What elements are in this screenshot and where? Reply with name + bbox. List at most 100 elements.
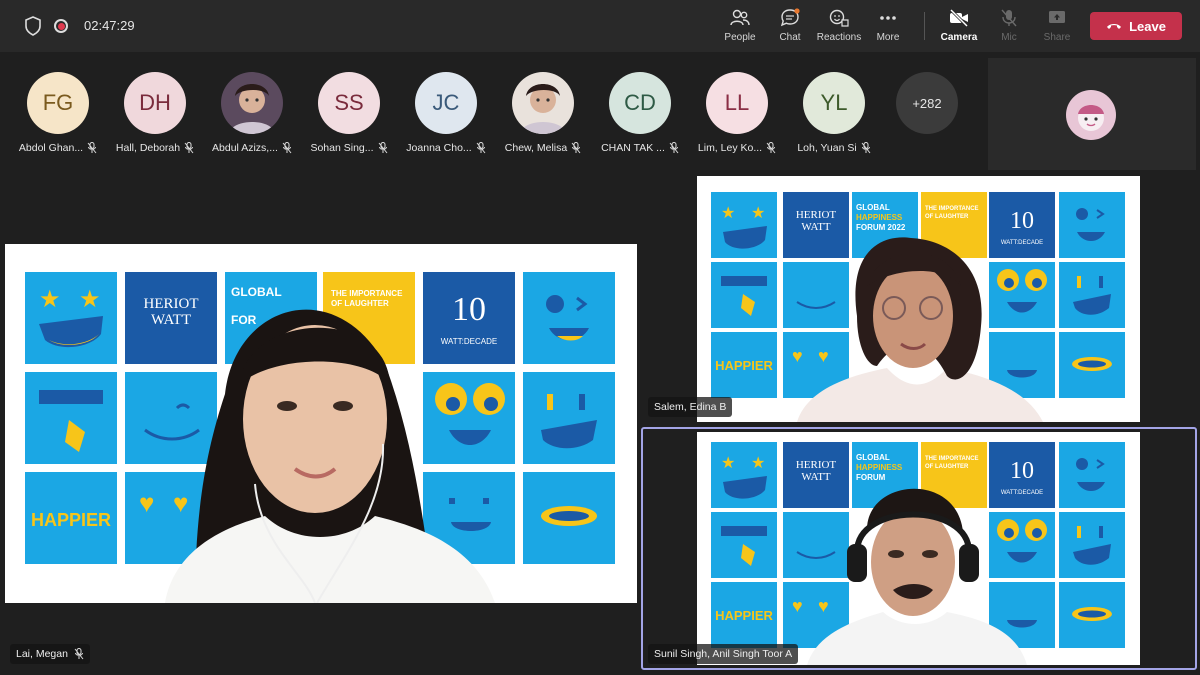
svg-text:♥: ♥	[792, 346, 803, 366]
participant-name-tag-top-right: Salem, Edina B	[648, 397, 733, 417]
svg-text:THE IMPORTANCE: THE IMPORTANCE	[331, 289, 403, 298]
participant-item[interactable]: FG Abdol Ghan...	[12, 72, 104, 154]
chat-icon	[780, 8, 800, 27]
svg-text:HAPPIER: HAPPIER	[715, 358, 773, 373]
svg-text:♥: ♥	[818, 346, 829, 366]
mic-off-icon	[74, 648, 84, 660]
svg-text:10: 10	[452, 291, 486, 328]
svg-text:★: ★	[39, 286, 61, 313]
svg-text:WATT:DECADE: WATT:DECADE	[1001, 240, 1043, 246]
svg-text:♥: ♥	[173, 488, 188, 518]
svg-text:HAPPINESS: HAPPINESS	[856, 213, 903, 222]
share-icon	[1049, 11, 1065, 23]
participant-name-row: Joanna Cho...	[400, 142, 492, 154]
svg-text:HERIOT: HERIOT	[796, 209, 837, 221]
mic-off-icon	[184, 142, 194, 154]
svg-text:♥: ♥	[139, 488, 154, 518]
svg-text:GLOBAL: GLOBAL	[856, 203, 890, 212]
avatar-initials: SS	[334, 90, 364, 115]
participant-item[interactable]: LL Lim, Ley Ko...	[691, 72, 783, 154]
avatar: SS	[318, 72, 380, 134]
more-label: More	[876, 32, 900, 43]
participant-name: Abdol Ghan...	[18, 142, 84, 154]
meeting-timer: 02:47:29	[84, 18, 135, 33]
avatar-photo	[229, 84, 275, 134]
participant-item[interactable]: Chew, Melisa	[497, 72, 589, 154]
more-participants-button[interactable]: +282	[881, 72, 973, 134]
mic-off-icon	[476, 142, 486, 154]
slide-background: ★ ★ HERIOT WATT GLOBAL FOR THE IMPORTANCE…	[5, 244, 637, 603]
mic-off-icon	[669, 142, 679, 154]
mic-off-icon	[861, 142, 871, 154]
people-label: People	[724, 32, 756, 43]
participant-name-row: Sohan Sing...	[303, 142, 395, 154]
share-label: Share	[1043, 32, 1071, 43]
reactions-label: Reactions	[816, 32, 862, 43]
svg-text:FOR: FOR	[231, 313, 257, 327]
more-icon	[880, 16, 896, 20]
leave-label: Leave	[1129, 18, 1166, 34]
participant-name: Salem, Edina B	[654, 401, 727, 413]
svg-text:WATT:DECADE: WATT:DECADE	[441, 337, 497, 346]
svg-text:OF LAUGHTER: OF LAUGHTER	[925, 214, 969, 220]
participant-name-row: CHAN TAK ...	[594, 142, 686, 154]
slide-brand-line1: HERIOT	[144, 296, 199, 312]
svg-text:10: 10	[1010, 208, 1034, 234]
mic-off-icon	[1001, 9, 1017, 27]
participant-item[interactable]: Abdul Azizs,...	[206, 72, 298, 154]
participant-name-row: Abdol Ghan...	[12, 142, 104, 154]
participant-item[interactable]: YL Loh, Yuan Si	[788, 72, 880, 154]
avatar: LL	[706, 72, 768, 134]
active-speaker-border	[641, 427, 1197, 670]
mic-label: Mic	[1001, 32, 1017, 43]
participant-item[interactable]: CD CHAN TAK ...	[594, 72, 686, 154]
participant-item[interactable]: DH Hall, Deborah	[109, 72, 201, 154]
participant-name-row: Chew, Melisa	[497, 142, 589, 154]
camera-off-icon	[949, 8, 969, 28]
avatar: JC	[415, 72, 477, 134]
participant-name-row: Lim, Ley Ko...	[691, 142, 783, 154]
avatar-initials: FG	[42, 90, 74, 115]
self-view-panel[interactable]	[988, 58, 1196, 170]
svg-text:★: ★	[751, 205, 765, 222]
participant-name: Abdul Azizs,...	[212, 142, 278, 154]
svg-text:WATT: WATT	[801, 221, 831, 233]
avatar-initials: JC	[432, 90, 460, 115]
participant-item[interactable]: JC Joanna Cho...	[400, 72, 492, 154]
participant-name: Lim, Ley Ko...	[697, 142, 763, 154]
avatar: YL	[803, 72, 865, 134]
participant-name-tag-bottom-right: Sunil Singh, Anil Singh Toor A	[648, 644, 799, 664]
slide-global-text: GLOBAL	[231, 285, 282, 299]
svg-text:★: ★	[79, 286, 101, 313]
participant-name: Hall, Deborah	[115, 142, 181, 154]
avatar: FG	[27, 72, 89, 134]
participant-name: Lai, Megan	[16, 648, 68, 660]
shield-icon[interactable]	[24, 16, 42, 36]
participant-name-tag-main: Lai, Megan	[10, 644, 90, 664]
svg-text:THE IMPORTANCE: THE IMPORTANCE	[925, 206, 979, 212]
video-tile-top-right[interactable]: ★ ★ HERIOT WATT GLOBAL HAPPINESS FORUM 20…	[697, 176, 1140, 422]
chat-label: Chat	[779, 32, 801, 43]
mic-off-icon	[378, 142, 387, 154]
more-button[interactable]: More	[858, 8, 918, 43]
recording-indicator-icon	[54, 19, 68, 33]
slide-grid: ★ ★ HERIOT WATT GLOBAL FOR THE IMPORTANCE…	[25, 272, 615, 603]
video-tile-main[interactable]: ★ ★ HERIOT WATT GLOBAL FOR THE IMPORTANCE…	[5, 244, 637, 603]
avatar-photo	[520, 84, 566, 134]
avatar	[221, 72, 283, 134]
participant-name: CHAN TAK ...	[601, 142, 665, 154]
participant-name-row: Abdul Azizs,...	[206, 142, 298, 154]
svg-text:★: ★	[721, 205, 735, 222]
participant-item[interactable]: SS Sohan Sing...	[303, 72, 395, 154]
mic-off-icon	[766, 142, 776, 154]
leave-button[interactable]: Leave	[1090, 12, 1182, 40]
participant-name: Joanna Cho...	[406, 142, 472, 154]
svg-text:OF LAUGHTER: OF LAUGHTER	[331, 299, 389, 308]
camera-label: Camera	[940, 32, 978, 43]
mic-off-icon	[571, 142, 581, 154]
mic-off-icon	[282, 142, 292, 154]
mic-off-icon	[87, 142, 97, 154]
participant-name-row: Loh, Yuan Si	[788, 142, 880, 154]
slide-happier-text: HAPPIER	[31, 510, 111, 530]
share-button[interactable]: Share	[1027, 8, 1087, 43]
